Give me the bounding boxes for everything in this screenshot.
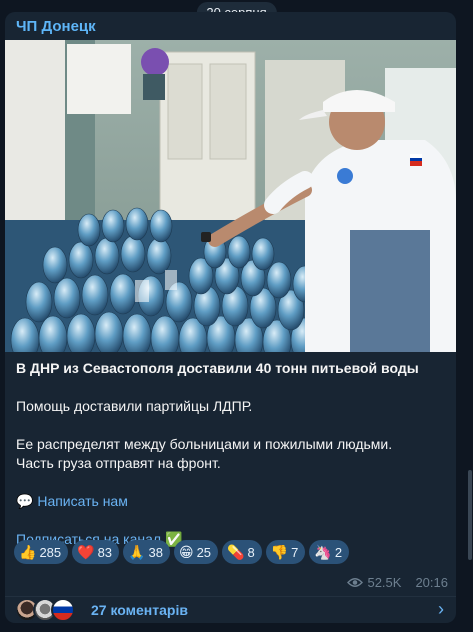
- reaction-count: 83: [97, 544, 113, 560]
- post-paragraph: Помощь доставили партийцы ЛДПР.: [16, 398, 253, 414]
- post-headline: В ДНР из Севастополя доставили 40 тонн п…: [16, 360, 419, 376]
- scrollbar-thumb[interactable]: [468, 470, 472, 560]
- message-time: 20:16: [415, 575, 448, 590]
- reaction-count: 8: [247, 544, 255, 560]
- reaction-pill[interactable]: 💊 8: [222, 540, 262, 564]
- reaction-count: 2: [334, 544, 343, 560]
- reaction-heart[interactable]: ❤️ 83: [72, 540, 120, 564]
- reaction-unicorn[interactable]: 🦄 2: [309, 540, 350, 564]
- post-text: В ДНР из Севастополя доставили 40 тонн п…: [16, 359, 446, 549]
- reaction-pray[interactable]: 🙏 38: [123, 540, 170, 564]
- channel-name[interactable]: ЧП Донецк: [16, 18, 96, 35]
- pill-icon: 💊: [227, 544, 245, 560]
- post-paragraph: Ее распределят между больницами и пожилы…: [16, 436, 393, 452]
- commenter-avatars: [15, 597, 75, 622]
- folded-hands-icon: 🙏: [128, 544, 146, 560]
- reaction-count: 38: [148, 544, 163, 560]
- chevron-right-icon[interactable]: ›: [438, 599, 444, 620]
- post-photo[interactable]: [5, 40, 456, 352]
- view-count: 52.5K: [367, 575, 402, 590]
- eye-icon: [347, 578, 364, 587]
- thumbs-down-icon: 👎: [270, 544, 289, 560]
- reaction-count: 25: [196, 544, 212, 560]
- thumbs-up-icon: 👍: [19, 544, 37, 560]
- message-bubble: ЧП Донецк В ДНР из Севастополя доставили…: [5, 12, 456, 623]
- unicorn-icon: 🦄: [314, 544, 332, 560]
- write-us-link[interactable]: Написать нам: [37, 493, 128, 509]
- reaction-thumbs-down[interactable]: 👎 7: [265, 540, 306, 564]
- heart-icon: ❤️: [77, 544, 95, 560]
- speech-bubble-icon: 💬: [16, 493, 34, 509]
- comments-count-label[interactable]: 27 коментарів: [91, 602, 188, 618]
- message-meta: 52.5K 20:16: [347, 575, 448, 590]
- reaction-count: 285: [39, 544, 62, 560]
- post-paragraph: Часть груза отправят на фронт.: [16, 455, 221, 471]
- grinning-face-icon: 😁: [178, 544, 194, 560]
- reaction-grin[interactable]: 😁 25: [173, 540, 219, 564]
- comments-button[interactable]: 27 коментарів ›: [5, 596, 456, 623]
- reaction-thumbs-up[interactable]: 👍 285: [14, 540, 69, 564]
- reactions-bar: 👍 285 ❤️ 83 🙏 38 😁 25 💊 8 👎 7 🦄 2: [14, 540, 350, 564]
- reaction-count: 7: [291, 544, 299, 560]
- avatar: [51, 597, 75, 622]
